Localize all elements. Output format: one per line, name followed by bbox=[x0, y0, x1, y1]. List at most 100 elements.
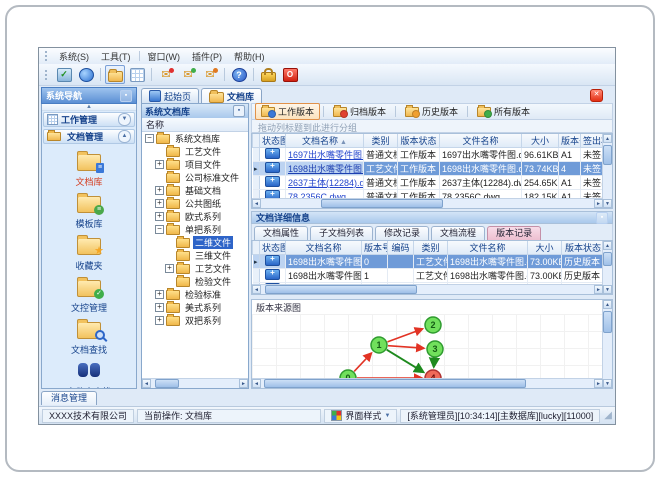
expand-icon[interactable]: + bbox=[155, 303, 164, 312]
scroll-down-icon[interactable]: ▼ bbox=[603, 199, 612, 208]
tab-doc-library[interactable]: 文档库 bbox=[201, 88, 263, 103]
scroll-left-icon[interactable]: ◄ bbox=[252, 199, 261, 208]
sidebar-item-favorites[interactable]: 收藏夹 bbox=[42, 232, 136, 274]
globe-button[interactable] bbox=[76, 65, 96, 84]
scroll-right-icon[interactable]: ► bbox=[594, 379, 603, 388]
scroll-thumb[interactable] bbox=[265, 285, 417, 294]
help-button[interactable] bbox=[229, 65, 249, 84]
tab-doc-flow[interactable]: 文档流程 bbox=[431, 226, 486, 240]
scroll-right-icon[interactable]: ► bbox=[594, 199, 603, 208]
close-icon[interactable]: ✕ bbox=[590, 89, 603, 102]
menu-item-2[interactable]: 窗口(W) bbox=[142, 49, 187, 64]
column-header[interactable]: 版本号 bbox=[558, 134, 581, 148]
tree-column-header[interactable]: 名称 bbox=[142, 118, 248, 132]
vertical-scrollbar[interactable]: ▲ ▼ bbox=[602, 134, 612, 208]
tab-change-log[interactable]: 修改记录 bbox=[375, 226, 430, 240]
tree-node[interactable]: + 美式系列 bbox=[142, 300, 248, 314]
sidebar-group-docs[interactable]: 文档管理 ▲ bbox=[43, 129, 135, 144]
exit-button[interactable] bbox=[280, 65, 300, 84]
column-header[interactable]: 大小 bbox=[521, 134, 559, 148]
column-header[interactable]: 版本号 bbox=[361, 241, 388, 255]
column-header[interactable]: 版本状态 bbox=[561, 241, 605, 255]
column-header[interactable]: 大小 bbox=[527, 241, 562, 255]
scroll-thumb[interactable] bbox=[264, 379, 526, 388]
scroll-up-icon[interactable]: ▲ bbox=[603, 134, 612, 143]
scroll-thumb[interactable] bbox=[603, 145, 612, 165]
pin-icon[interactable]: ▪ bbox=[120, 89, 132, 102]
doc-name-link[interactable]: 1698出水嘴零件图.dwg bbox=[288, 164, 363, 174]
vertical-scrollbar[interactable]: ▲ ▼ bbox=[602, 241, 612, 294]
chevron-down-icon[interactable]: ▼ bbox=[118, 113, 131, 126]
menu-item-0[interactable]: 系统(S) bbox=[53, 49, 95, 64]
column-header[interactable]: 类别 bbox=[413, 241, 448, 255]
doc-name-link[interactable]: 2637主体(12284).dwg bbox=[288, 178, 363, 188]
scroll-down-icon[interactable]: ▼ bbox=[603, 379, 612, 388]
tree-node[interactable]: − 系统文档库 bbox=[142, 132, 248, 145]
scroll-right-icon[interactable]: ► bbox=[594, 285, 603, 294]
mail-alert-button[interactable] bbox=[200, 65, 220, 84]
tree-node[interactable]: 工艺文件 bbox=[142, 144, 248, 158]
history-version-button[interactable]: 历史版本 bbox=[399, 103, 464, 120]
sidebar-item-doc-library[interactable]: 文档库 bbox=[42, 148, 136, 190]
mail-send-button[interactable] bbox=[178, 65, 198, 84]
tree-node[interactable]: 公司标准文件 bbox=[142, 170, 248, 184]
scroll-left-icon[interactable]: ◄ bbox=[252, 379, 261, 388]
tree-node[interactable]: 三维文件 bbox=[142, 248, 248, 262]
ui-style-dropdown[interactable]: 界面样式 ▼ bbox=[324, 408, 398, 423]
expand-icon[interactable]: + bbox=[155, 160, 164, 169]
doc-name-link[interactable]: 1697出水嘴零件图.dwg bbox=[288, 150, 363, 160]
collapse-icon[interactable]: − bbox=[155, 225, 164, 234]
archived-version-button[interactable]: 归档版本 bbox=[327, 103, 392, 120]
column-header[interactable]: 状态图 bbox=[259, 241, 286, 255]
tree-node[interactable]: + 检验标准 bbox=[142, 287, 248, 301]
table-row[interactable]: 1698出水嘴零件图.dwg1工艺文件1698出水嘴零件图.dwg73.00KB… bbox=[252, 268, 605, 283]
all-version-button[interactable]: 所有版本 bbox=[471, 103, 536, 120]
folder-button[interactable] bbox=[105, 65, 125, 84]
scroll-down-icon[interactable]: ▼ bbox=[603, 285, 612, 294]
sidebar-item-doc-control[interactable]: 文控管理 bbox=[42, 274, 136, 316]
tree-node[interactable]: + 基础文档 bbox=[142, 183, 248, 197]
column-header[interactable]: 文件名称 bbox=[447, 241, 528, 255]
vertical-scrollbar[interactable]: ▲ ▼ bbox=[602, 300, 612, 388]
sidebar-item-folder-search[interactable]: 文件夹查找 bbox=[42, 358, 136, 388]
pin-icon[interactable]: ▪ bbox=[233, 105, 245, 117]
expand-icon[interactable]: + bbox=[165, 264, 174, 273]
sidebar-item-doc-search[interactable]: 文档查找 bbox=[42, 316, 136, 358]
scroll-left-icon[interactable]: ◄ bbox=[252, 285, 261, 294]
scroll-up-icon[interactable]: ▲ bbox=[603, 241, 612, 250]
monitor-button[interactable] bbox=[54, 65, 74, 84]
column-header[interactable]: 编码 bbox=[387, 241, 414, 255]
expand-icon[interactable]: + bbox=[155, 290, 164, 299]
scroll-thumb[interactable] bbox=[321, 199, 443, 208]
collapse-icon[interactable]: − bbox=[145, 134, 154, 143]
horizontal-scrollbar[interactable]: ◄ ► bbox=[252, 198, 603, 208]
table-row[interactable]: ▸1698出水嘴零件图.dwg工艺文件工作版本1698出水嘴零件图.dwg73.… bbox=[252, 161, 605, 176]
menu-item-4[interactable]: 帮助(H) bbox=[228, 49, 271, 64]
chevron-up-icon[interactable]: ▲ bbox=[118, 130, 131, 143]
menu-item-1[interactable]: 工具(T) bbox=[95, 49, 137, 64]
scroll-up-icon[interactable]: ▲ bbox=[603, 300, 612, 309]
expand-icon[interactable]: + bbox=[155, 212, 164, 221]
work-version-button[interactable]: 工作版本 bbox=[255, 103, 321, 120]
column-header[interactable]: 版本状态 bbox=[397, 134, 440, 148]
tree-node[interactable]: + 工艺文件 bbox=[142, 261, 248, 275]
sidebar-group-work[interactable]: 工作管理 ▼ bbox=[43, 112, 135, 127]
message-manager-tab[interactable]: 消息管理 bbox=[41, 391, 98, 405]
expand-icon[interactable]: + bbox=[155, 316, 164, 325]
scroll-left-icon[interactable]: ◄ bbox=[142, 379, 151, 388]
column-header[interactable]: 文件名称 bbox=[439, 134, 522, 148]
tab-version-log[interactable]: 版本记录 bbox=[487, 226, 542, 240]
tree-node[interactable]: 二维文件 bbox=[142, 235, 248, 249]
tree-node[interactable]: + 公共图纸 bbox=[142, 196, 248, 210]
toolbar-grip[interactable] bbox=[45, 69, 50, 80]
table-row[interactable]: 2637主体(12284).dwg普通文档工作版本2637主体(12284).d… bbox=[252, 175, 605, 190]
column-header[interactable]: 文档名称 bbox=[285, 241, 362, 255]
expand-icon[interactable]: + bbox=[155, 199, 164, 208]
toolbar-grip[interactable] bbox=[45, 51, 50, 61]
table-row[interactable]: 1697出水嘴零件图.dwg普通文档工作版本1697出水嘴零件图.dwg96.6… bbox=[252, 147, 605, 162]
tree-node[interactable]: + 欧式系列 bbox=[142, 209, 248, 223]
tab-doc-properties[interactable]: 文档属性 bbox=[254, 226, 309, 240]
resize-grip[interactable]: ◢ bbox=[604, 410, 612, 421]
table-row[interactable]: ▸1698出水嘴零件图.dwg0工艺文件1698出水嘴零件图.dwg73.00K… bbox=[252, 254, 605, 269]
column-header[interactable]: 文档名称 ▲ bbox=[285, 134, 364, 148]
